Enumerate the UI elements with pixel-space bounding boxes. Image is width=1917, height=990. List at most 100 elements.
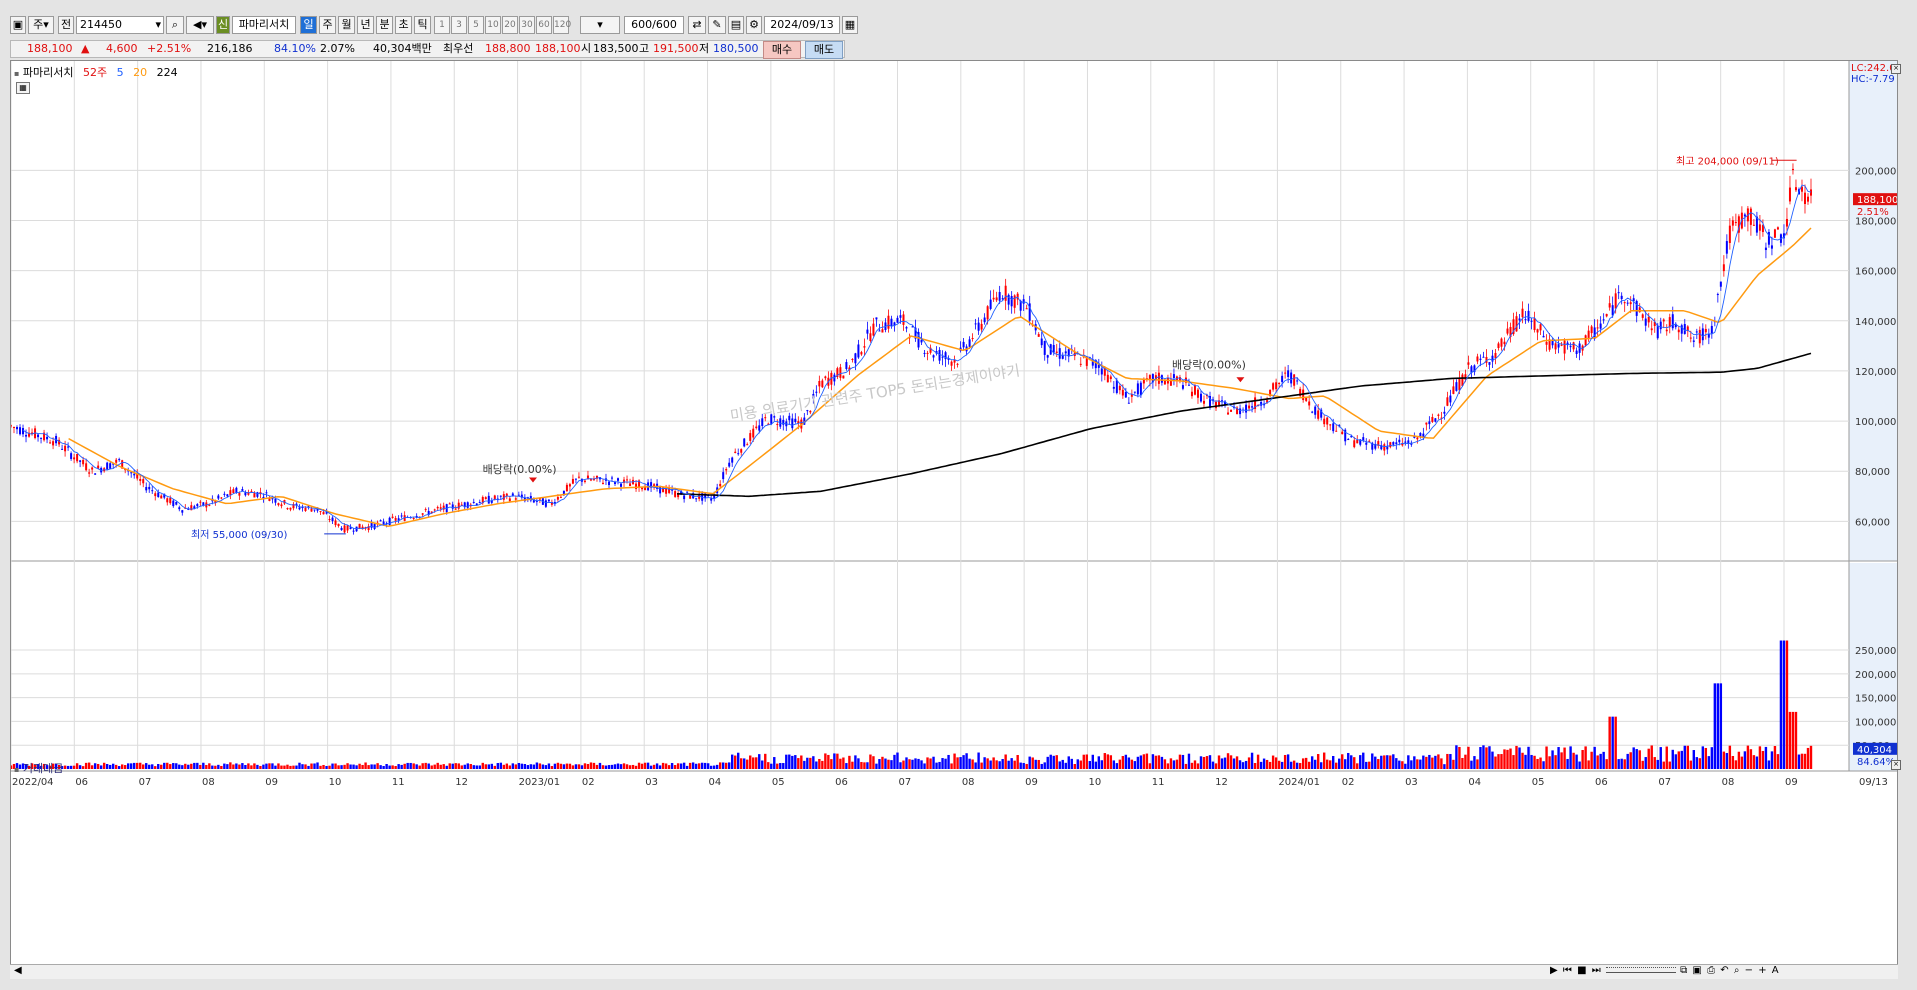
period-tab-3[interactable]: 년	[357, 16, 374, 34]
interval-button-2[interactable]: 5	[468, 16, 484, 34]
price-tick-label: 200,000	[1855, 166, 1896, 177]
high-label: 고	[639, 42, 650, 55]
stock-code-input[interactable]: 214450 ▾	[76, 16, 164, 34]
volume-bar	[1347, 752, 1350, 769]
zoom-out-icon[interactable]: −	[1745, 965, 1754, 976]
volume-bar	[475, 765, 478, 769]
interval-button-1[interactable]: 3	[451, 16, 467, 34]
volume-bar	[553, 763, 557, 769]
volume-bar	[1500, 754, 1503, 769]
period-tab-6[interactable]: 틱	[414, 16, 431, 34]
interval-button-0[interactable]: 1	[434, 16, 450, 34]
period-tab-4[interactable]: 분	[376, 16, 393, 34]
calendar-icon[interactable]: ▦	[842, 16, 858, 34]
volume-bar	[706, 763, 710, 769]
candle-body	[1659, 321, 1662, 330]
volume-bar	[694, 763, 698, 769]
interval-button-5[interactable]: 30	[519, 16, 535, 34]
volume-bar	[87, 762, 91, 769]
interval-button-7[interactable]: 120	[553, 16, 571, 34]
change-value: 4,600	[106, 42, 138, 55]
volume-bar	[1022, 762, 1025, 769]
candle-body	[740, 449, 743, 453]
candle-body	[1196, 389, 1199, 398]
volume-bar	[1416, 759, 1419, 769]
volume-bar	[1482, 745, 1485, 769]
candle-body	[568, 484, 571, 487]
count-input[interactable]: 600/600	[624, 16, 684, 34]
period-tab-0[interactable]: 일	[300, 16, 317, 34]
range-slider[interactable]	[1605, 967, 1676, 973]
volume-bar	[1178, 754, 1182, 769]
rewind-icon[interactable]: ⏮	[1563, 965, 1573, 976]
copy-icon[interactable]: ⧉	[1680, 965, 1688, 976]
interval-button-3[interactable]: 10	[485, 16, 501, 34]
save-icon[interactable]: ▤	[728, 16, 744, 34]
candle-body	[1278, 383, 1281, 385]
extra-select[interactable]: ▾	[580, 16, 620, 34]
font-size-icon[interactable]: A	[1772, 965, 1780, 976]
volume-bar	[388, 765, 391, 769]
compare-icon[interactable]: ⇄	[688, 16, 706, 34]
zoom-in-icon[interactable]: +	[1758, 965, 1767, 976]
volume-bar	[1184, 763, 1188, 769]
volume-bar	[764, 753, 767, 769]
volume-bar	[1160, 756, 1164, 769]
candle-body	[1239, 408, 1242, 415]
volume-bar	[331, 763, 334, 769]
candle-body	[1139, 382, 1142, 395]
candle-body	[1551, 340, 1554, 346]
volume-bar	[935, 762, 938, 769]
price-tick-label: 80,000	[1855, 467, 1890, 478]
horizontal-scrollbar[interactable]: ◀ ▶ ⏮ ■ ⏭ ⧉ ▣ ⎙ ↶ ⌕ − + A	[10, 964, 1898, 979]
zoom-icon[interactable]: ⌕	[1734, 965, 1741, 976]
close-volume-icon[interactable]: ×	[1891, 760, 1901, 770]
print-icon[interactable]: ⎙	[1707, 965, 1716, 976]
speaker-icon[interactable]: ◀▾	[186, 16, 214, 34]
scroll-right-icon[interactable]: ▶	[1550, 965, 1559, 976]
market-select[interactable]: 주▾	[28, 16, 54, 34]
image-icon[interactable]: ▣	[1692, 965, 1702, 976]
gear-icon[interactable]: ⚙	[746, 16, 762, 34]
candle-body	[1584, 335, 1587, 346]
price-chart-svg[interactable]: 2022/04 06 07 08 09 10 11 12 2023/01 02 03 04 05 06 07…	[9, 61, 1902, 971]
table-icon[interactable]: ▦	[16, 82, 30, 94]
period-tab-2[interactable]: 월	[338, 16, 355, 34]
period-tab-1[interactable]: 주	[319, 16, 336, 34]
candle-body	[695, 498, 698, 500]
candle-body	[1133, 391, 1136, 393]
chart-area[interactable]: 2022/04 06 07 08 09 10 11 12 2023/01 02 03 04 05 06 07…	[9, 60, 1902, 972]
volume-bar	[1193, 760, 1197, 769]
scope-button[interactable]: 전	[58, 16, 74, 34]
volume-bar	[1322, 752, 1326, 769]
draw-icon[interactable]: ✎	[708, 16, 726, 34]
stop-icon[interactable]: ■	[1577, 965, 1587, 976]
layout-icon[interactable]: ▣	[10, 16, 26, 34]
interval-button-4[interactable]: 20	[502, 16, 518, 34]
volume-tick-label: 250,000	[1855, 646, 1896, 657]
buy-button[interactable]: 매수	[763, 41, 801, 59]
x-tick-label: 06	[75, 777, 88, 788]
candle-body	[1365, 442, 1368, 445]
sell-button[interactable]: 매도	[805, 41, 843, 59]
volume-bar	[631, 764, 635, 769]
volume-bar	[679, 763, 683, 769]
candle-body	[974, 323, 977, 325]
volume-bar	[334, 763, 337, 769]
search-icon[interactable]: ⌕	[166, 16, 184, 34]
volume-bar	[1623, 759, 1626, 769]
period-tab-5[interactable]: 초	[395, 16, 412, 34]
candle-body	[1428, 421, 1431, 425]
interval-button-6[interactable]: 60	[536, 16, 552, 34]
x-tick-label: 05	[772, 777, 785, 788]
date-input[interactable]: 2024/09/13	[764, 16, 840, 34]
volume-bar	[280, 765, 283, 769]
volume-bar	[836, 753, 839, 769]
volume-bar	[1632, 747, 1635, 769]
scroll-left-icon[interactable]: ◀	[14, 965, 22, 976]
x-tick-label: 08	[962, 777, 975, 788]
fast-forward-icon[interactable]: ⏭	[1592, 965, 1602, 976]
close-icon[interactable]: ×	[1891, 64, 1901, 74]
candle-body	[1022, 299, 1025, 304]
undo-icon[interactable]: ↶	[1720, 965, 1729, 976]
